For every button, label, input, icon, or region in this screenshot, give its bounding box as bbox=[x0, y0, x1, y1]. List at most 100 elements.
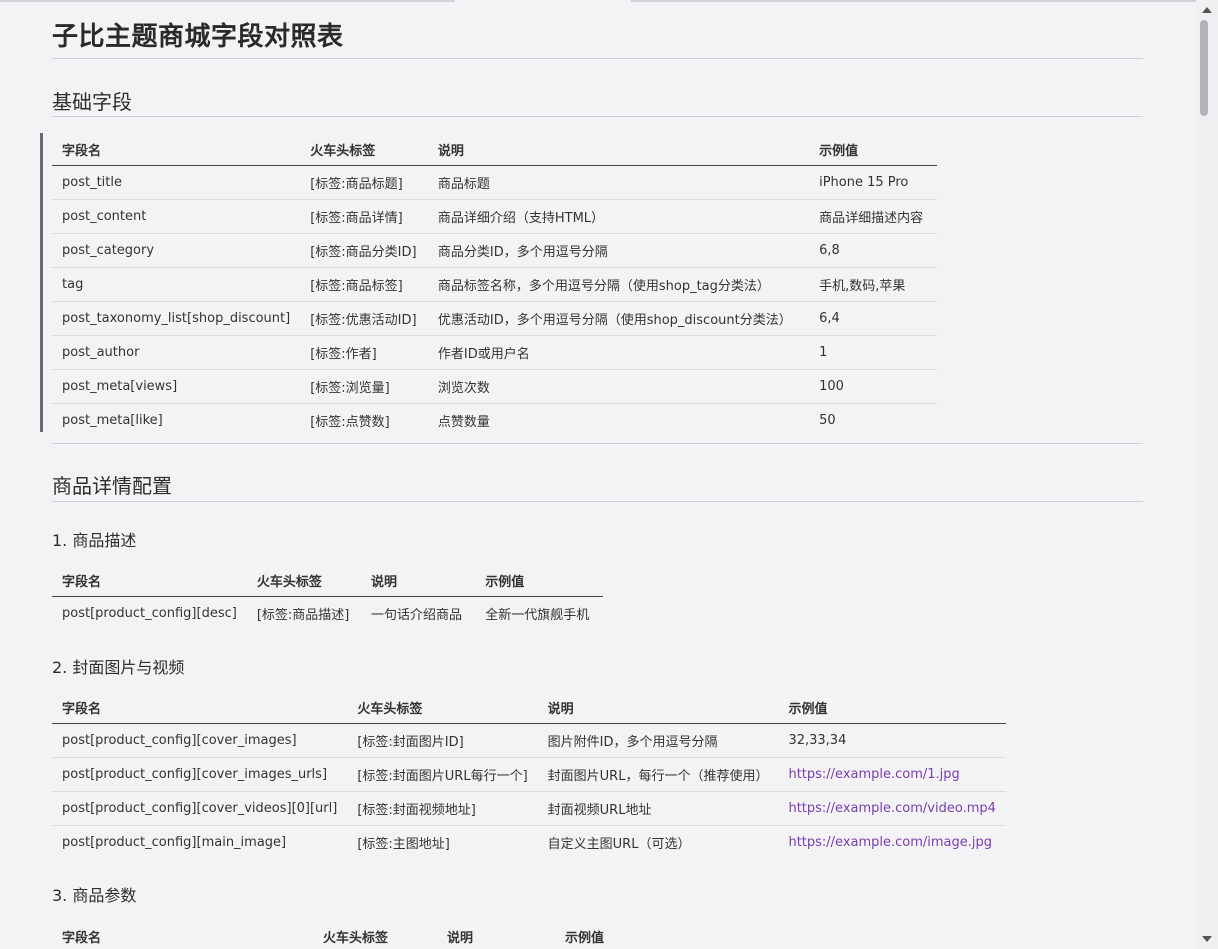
table-cell: 自定义主图URL（可选） bbox=[547, 837, 691, 852]
table-cell: 商品标签名称，多个用逗号分隔（使用shop_tag分类法） bbox=[427, 267, 810, 302]
table-row: post[product_config][cover_videos][0][ur… bbox=[52, 791, 1006, 826]
table-row: post_content [标签:商品详情] 商品详细介绍（支持HTML） 商品详细描… bbox=[52, 199, 937, 234]
table-cell: 手机,数码,苹果 bbox=[809, 267, 937, 302]
table-cell: 图片附件ID，多个用逗号分隔 bbox=[537, 723, 779, 758]
col-header: 说明 bbox=[437, 920, 555, 949]
table-header-row: 字段名 火车头标签 说明 示例值 bbox=[52, 564, 603, 597]
table-cell: post_title bbox=[52, 165, 301, 200]
table-cell: post_taxonomy_list[shop_discount] bbox=[52, 301, 301, 336]
table-cell: [标签:点赞数] bbox=[310, 415, 390, 430]
table-row: post_taxonomy_list[shop_discount] [标签:优惠活… bbox=[52, 301, 937, 336]
col-header: 示例值 bbox=[475, 564, 603, 597]
table-row: post_title [标签:商品标题] 商品标题 iPhone 15 Pro bbox=[52, 165, 937, 200]
table-cell: post_category bbox=[52, 233, 301, 268]
title-divider bbox=[52, 58, 1143, 59]
table-cell: post[product_config][cover_images] bbox=[52, 723, 348, 758]
table-cell: iPhone 15 Pro bbox=[809, 165, 937, 200]
table-cell: post_content bbox=[52, 199, 301, 234]
table-cell: [标签:封面图片ID] bbox=[347, 723, 538, 758]
table-cell: [标签:商品描述] bbox=[256, 608, 350, 623]
table-cell: 商品分类ID，多个用逗号分隔 bbox=[427, 233, 810, 268]
table-cell: 浏览次数 bbox=[427, 369, 810, 404]
section-divider-detail bbox=[52, 501, 1143, 502]
table-cell: 1 bbox=[809, 335, 937, 370]
scroll-thumb[interactable] bbox=[1200, 20, 1208, 116]
table-header-row: 字段名 火车头标签 说明 示例值 bbox=[52, 133, 937, 166]
table-cell: [标签:作者] bbox=[300, 335, 428, 370]
top-border bbox=[0, 0, 1196, 2]
table-cell: [标签:商品详情] bbox=[300, 199, 428, 234]
table-cell: post[product_config][cover_videos][0][ur… bbox=[52, 791, 348, 826]
table-row: post[product_config][cover_images] [标签:封面… bbox=[52, 723, 1006, 758]
col-header: 说明 bbox=[537, 691, 779, 724]
table-cell: 6,4 bbox=[809, 301, 937, 336]
table-row: post_meta[views] [标签:浏览量] 浏览次数 100 bbox=[52, 369, 937, 404]
table-cell: [标签:商品标题] bbox=[300, 165, 428, 200]
table-cell: 优惠活动ID，多个用逗号分隔（使用shop_discount分类法） bbox=[427, 301, 810, 336]
table-cell: [标签:优惠活动ID] bbox=[300, 301, 428, 336]
col-header: 字段名 bbox=[52, 133, 301, 166]
desc-table: 字段名 火车头标签 说明 示例值 post[product_config][de… bbox=[52, 564, 603, 630]
table-cell: post[product_config][cover_images_urls] bbox=[52, 757, 348, 792]
col-header: 示例值 bbox=[809, 133, 937, 166]
section-title-basic: 基础字段 bbox=[52, 90, 132, 114]
table-cell: post_meta[views] bbox=[52, 369, 301, 404]
col-header: 字段名 bbox=[52, 920, 313, 949]
table-cell: post_meta[like] bbox=[62, 413, 163, 428]
table-cell: 商品标题 bbox=[427, 165, 810, 200]
scroll-down-arrow-icon[interactable] bbox=[1202, 936, 1212, 942]
table-row: post[product_config][desc] [标签:商品描述] 一句话介绍… bbox=[52, 597, 603, 631]
table-cell: 商品详细描述内容 bbox=[809, 199, 937, 234]
example-link[interactable]: https://example.com/image.jpg bbox=[788, 835, 992, 850]
table-cell: 32,33,34 bbox=[778, 723, 1006, 758]
vertical-scrollbar[interactable] bbox=[1196, 0, 1218, 949]
table-row: post_meta[like] [标签:点赞数] 点赞数量 50 bbox=[52, 404, 937, 438]
table-row: tag [标签:商品标签] 商品标签名称，多个用逗号分隔（使用shop_tag分类法… bbox=[52, 267, 937, 302]
table-cell: https://example.com/video.mp4 bbox=[778, 791, 1006, 826]
params-table: 字段名 火车头标签 说明 示例值 bbox=[52, 920, 672, 949]
scroll-up-arrow-icon[interactable] bbox=[1202, 7, 1212, 13]
subsection-title-cover: 2. 封面图片与视频 bbox=[52, 658, 185, 677]
table-cell: 封面图片URL，每行一个（推荐使用） bbox=[537, 757, 779, 792]
example-link[interactable]: https://example.com/1.jpg bbox=[788, 767, 959, 782]
page-title: 子比主题商城字段对照表 bbox=[52, 22, 344, 52]
table-cell: post[product_config][desc] bbox=[62, 606, 237, 621]
example-link[interactable]: https://example.com/video.mp4 bbox=[788, 801, 995, 816]
section-divider-basic bbox=[52, 116, 1143, 117]
basic-fields-table: 字段名 火车头标签 说明 示例值 post_title [标签:商品标题] 商品标题… bbox=[52, 133, 937, 437]
table-cell: [标签:商品标签] bbox=[300, 267, 428, 302]
col-header: 字段名 bbox=[52, 564, 247, 597]
subsection-title-params: 3. 商品参数 bbox=[52, 886, 137, 905]
table-cell: post[product_config][main_image] bbox=[62, 835, 287, 850]
table-cell: [标签:封面图片URL每行一个] bbox=[347, 757, 538, 792]
cover-table: 字段名 火车头标签 说明 示例值 post[product_config][co… bbox=[52, 691, 1006, 859]
subsection-title-desc: 1. 商品描述 bbox=[52, 531, 137, 550]
table-cell: 作者ID或用户名 bbox=[427, 335, 810, 370]
col-header: 说明 bbox=[427, 133, 810, 166]
table-header-row: 字段名 火车头标签 说明 示例值 bbox=[52, 920, 672, 949]
col-header: 示例值 bbox=[778, 691, 1006, 724]
table-cell: 封面视频URL地址 bbox=[537, 791, 779, 826]
table-cell: post_author bbox=[52, 335, 301, 370]
table-cell: 商品详细介绍（支持HTML） bbox=[427, 199, 810, 234]
table-row: post_author [标签:作者] 作者ID或用户名 1 bbox=[52, 335, 937, 370]
table-cell: [标签:浏览量] bbox=[300, 369, 428, 404]
col-header: 火车头标签 bbox=[313, 920, 437, 949]
table-cell: [标签:主图地址] bbox=[357, 837, 450, 852]
table-cell: https://example.com/1.jpg bbox=[778, 757, 1006, 792]
table-row: post_category [标签:商品分类ID] 商品分类ID，多个用逗号分隔 6,… bbox=[52, 233, 937, 268]
table-cell: [标签:封面视频地址] bbox=[347, 791, 538, 826]
blockquote-bar bbox=[40, 133, 43, 432]
col-header: 示例值 bbox=[555, 920, 672, 949]
col-header: 字段名 bbox=[52, 691, 348, 724]
table-header-row: 字段名 火车头标签 说明 示例值 bbox=[52, 691, 1006, 724]
table-cell: 点赞数量 bbox=[437, 415, 490, 430]
table-row: post[product_config][main_image] [标签:主图地址… bbox=[52, 826, 1006, 860]
section-separator bbox=[52, 443, 1143, 444]
table-row: post[product_config][cover_images_urls][… bbox=[52, 757, 1006, 792]
section-title-detail: 商品详情配置 bbox=[52, 474, 172, 498]
table-cell: 100 bbox=[809, 369, 937, 404]
col-header: 火车头标签 bbox=[347, 691, 538, 724]
col-header: 火车头标签 bbox=[300, 133, 428, 166]
table-cell: 一句话介绍商品 bbox=[370, 608, 462, 623]
